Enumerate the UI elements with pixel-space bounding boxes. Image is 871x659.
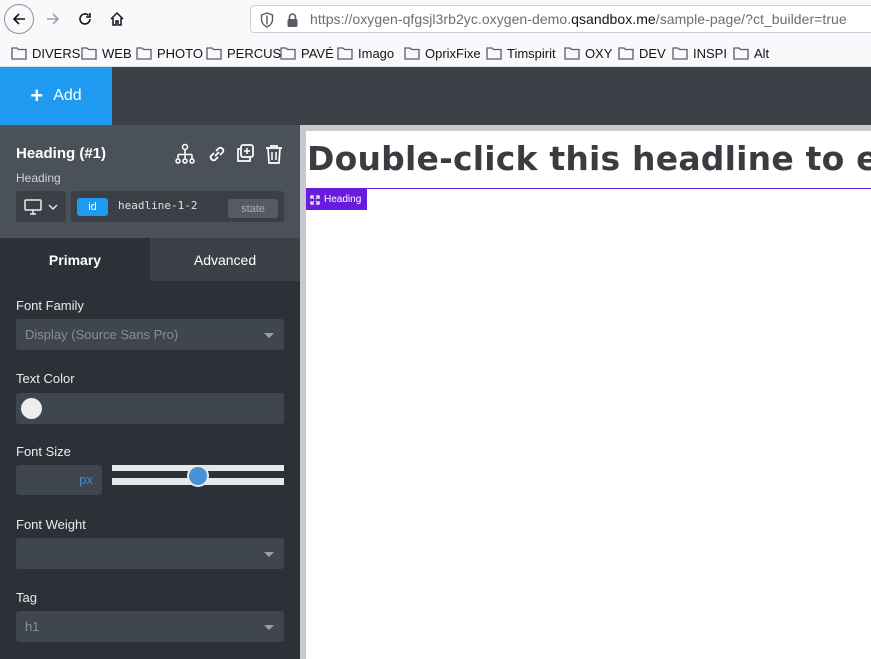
color-swatch[interactable] [21,398,42,419]
back-arrow-icon [12,13,25,25]
caret-down-icon [264,333,274,338]
reload-icon [79,13,91,25]
bookmark-folder[interactable]: Alt [733,44,769,62]
id-badge[interactable]: id [77,198,108,216]
font-family-value: Display (Source Sans Pro) [25,327,179,342]
text-color-label: Text Color [16,371,75,386]
element-title: Heading (#1) [16,145,107,162]
tag-value: h1 [25,619,40,634]
folder-icon [618,47,634,60]
selection-tag-label: Heading [324,194,362,205]
bookmark-folder[interactable]: OXY [564,44,612,62]
properties-panel: Heading (#1) Heading id headline-1-2 sta… [0,125,300,659]
bookmark-folder[interactable]: OprixFixe [404,44,481,62]
duplicate-icon[interactable] [234,143,256,165]
bookmark-folder[interactable]: PHOTO [136,44,203,62]
selection-tag[interactable]: Heading [306,189,367,210]
address-bar[interactable]: https://oxygen-qfgsjl3rb2yc.oxygen-demo.… [250,5,871,33]
lock-icon [287,13,298,27]
font-weight-label: Font Weight [16,517,86,532]
panel-tabs: Primary Advanced [0,238,300,281]
canvas-headline[interactable]: Double-click this headline to edit the t… [307,139,871,178]
plus-icon: + [30,83,44,108]
bookmarks-bar: DIVERS WEB PHOTO PERCUS PAVÉ Imago Oprix… [0,38,871,67]
link-icon[interactable] [206,143,228,165]
text-color-field[interactable] [16,393,284,424]
selector-box[interactable]: id headline-1-2 state [71,191,284,222]
font-family-select[interactable]: Display (Source Sans Pro) [16,319,284,350]
browser-toolbar: https://oxygen-qfgsjl3rb2yc.oxygen-demo.… [0,0,871,38]
folder-icon [337,47,353,60]
add-button-label: Add [53,87,82,104]
trash-icon[interactable] [263,143,285,165]
forward-arrow-icon [47,13,60,25]
structure-icon[interactable] [174,143,196,165]
caret-down-icon [264,552,274,557]
add-button[interactable]: + Add [0,67,112,125]
bookmark-folder[interactable]: PAVÉ [280,44,334,62]
bookmark-folder[interactable]: WEB [81,44,132,62]
folder-icon [733,47,749,60]
panel-header: Heading (#1) Heading id headline-1-2 sta… [0,125,300,238]
element-type: Heading [16,171,61,185]
font-size-input[interactable]: px [16,465,102,495]
font-size-label: Font Size [16,444,71,459]
folder-icon [136,47,152,60]
bookmark-folder[interactable]: Timspirit [486,44,556,62]
desktop-icon [24,198,42,215]
bookmark-folder[interactable]: INSPI [672,44,727,62]
bookmark-folder[interactable]: Imago [337,44,394,62]
expand-icon [310,194,320,205]
folder-icon [280,47,296,60]
back-button[interactable] [4,4,34,34]
folder-icon [564,47,580,60]
tag-label: Tag [16,590,37,605]
folder-icon [206,47,222,60]
font-weight-select[interactable] [16,538,284,569]
builder-canvas-frame: Double-click this headline to edit the t… [300,125,871,659]
tab-advanced[interactable]: Advanced [150,238,300,281]
bookmark-folder[interactable]: DIVERS [11,44,80,62]
font-family-label: Font Family [16,298,84,313]
folder-icon [486,47,502,60]
tag-select[interactable]: h1 [16,611,284,642]
page-canvas[interactable]: Double-click this headline to edit the t… [306,131,871,659]
folder-icon [672,47,688,60]
folder-icon [11,47,27,60]
font-size-slider[interactable] [112,465,284,487]
font-size-unit[interactable]: px [79,472,93,487]
home-button[interactable] [102,4,132,34]
element-id: headline-1-2 [118,199,198,212]
bookmark-folder[interactable]: DEV [618,44,666,62]
shield-icon [260,12,274,28]
caret-down-icon [264,625,274,630]
bookmark-folder[interactable]: PERCUS [206,44,281,62]
device-selector[interactable] [16,191,66,222]
home-icon [110,11,124,26]
forward-button[interactable] [38,4,68,34]
slider-thumb[interactable] [187,465,209,487]
state-button[interactable]: state [228,199,278,218]
selection-outline [306,188,871,189]
tab-primary[interactable]: Primary [0,238,150,281]
reload-button[interactable] [70,4,100,34]
builder-topbar: + Add [0,67,871,125]
folder-icon [81,47,97,60]
url-text: https://oxygen-qfgsjl3rb2yc.oxygen-demo.… [310,11,847,27]
folder-icon [404,47,420,60]
chevron-down-icon [48,204,58,210]
